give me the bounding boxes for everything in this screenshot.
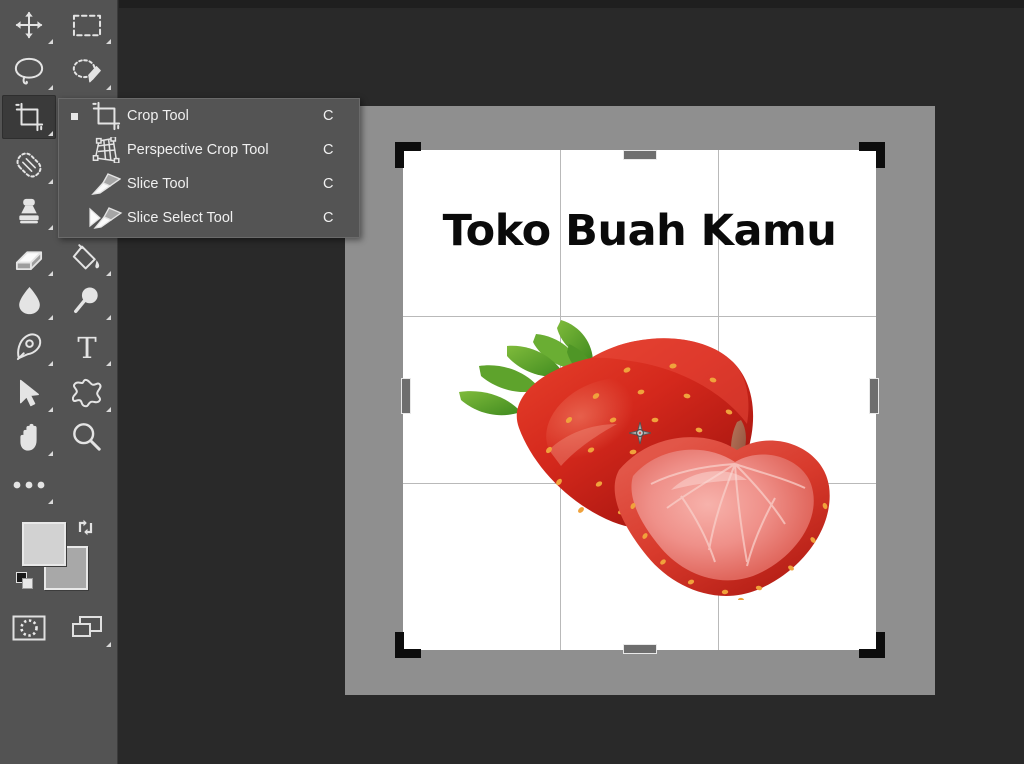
flyout-indicator bbox=[48, 179, 53, 184]
tool-button-zoom[interactable] bbox=[58, 414, 116, 460]
half-strawberry bbox=[614, 437, 830, 603]
quick-select-icon bbox=[71, 57, 103, 86]
flyout-indicator bbox=[48, 315, 53, 320]
svg-text:T: T bbox=[77, 333, 97, 361]
tool-button-healing[interactable] bbox=[0, 142, 58, 188]
tool-button-type[interactable]: T bbox=[58, 324, 116, 370]
flyout-indicator bbox=[48, 271, 53, 276]
slice-icon bbox=[91, 173, 121, 195]
perspective-crop-icon bbox=[92, 137, 120, 163]
tool-button-path-select[interactable] bbox=[0, 370, 58, 416]
crop-handle-right[interactable] bbox=[869, 378, 879, 414]
eraser-icon bbox=[14, 243, 44, 271]
flyout-indicator bbox=[106, 85, 111, 90]
type-t-icon: T bbox=[77, 333, 97, 361]
foreground-color-swatch[interactable] bbox=[22, 522, 66, 566]
flyout-indicator bbox=[48, 225, 53, 230]
flyout-item-label: Crop Tool bbox=[127, 108, 189, 124]
crop-icon bbox=[14, 102, 44, 132]
tool-button-clone-stamp[interactable] bbox=[0, 188, 58, 234]
move-icon bbox=[15, 11, 43, 39]
tool-button-quick-select[interactable] bbox=[58, 48, 116, 94]
hand-icon bbox=[17, 422, 41, 452]
pen-icon bbox=[15, 332, 44, 362]
crop-handle-bottom[interactable] bbox=[623, 644, 657, 654]
flyout-indicator bbox=[106, 315, 111, 320]
color-swatches bbox=[14, 518, 106, 598]
flyout-item-shortcut: C bbox=[323, 108, 334, 124]
flyout-indicator bbox=[48, 85, 53, 90]
tool-button-move[interactable] bbox=[0, 2, 58, 48]
crop-icon bbox=[91, 101, 121, 131]
flyout-indicator bbox=[48, 451, 53, 456]
crop-center-reference-icon bbox=[628, 421, 652, 449]
flyout-indicator bbox=[106, 39, 111, 44]
slice-icon bbox=[85, 173, 127, 195]
toolbar-bottom-buttons bbox=[0, 605, 118, 661]
paint-bucket-icon bbox=[72, 243, 100, 272]
screen-mode-icon bbox=[71, 615, 103, 641]
flyout-item-slice-tool[interactable]: Slice Tool C bbox=[59, 167, 359, 201]
flyout-indicator bbox=[106, 271, 111, 276]
flyout-item-slice-select-tool[interactable]: Slice Select Tool C bbox=[59, 201, 359, 235]
tool-button-shape[interactable] bbox=[58, 370, 116, 416]
flyout-item-shortcut: C bbox=[323, 142, 334, 158]
flyout-item-label: Slice Tool bbox=[127, 176, 189, 192]
magnifier-icon bbox=[72, 422, 102, 452]
photoshop-window: T Crop Tool C Perspective Crop Tool C Sl… bbox=[0, 0, 1024, 764]
flyout-item-shortcut: C bbox=[323, 176, 334, 192]
lasso-icon bbox=[14, 56, 44, 86]
ellipsis-icon bbox=[13, 481, 45, 489]
quick-mask-icon bbox=[12, 615, 46, 641]
swap-colors-icon[interactable] bbox=[76, 518, 98, 538]
flyout-indicator bbox=[48, 361, 53, 366]
custom-shape-icon bbox=[72, 378, 103, 408]
selected-marker bbox=[63, 112, 85, 120]
marquee-icon bbox=[72, 12, 102, 39]
flyout-indicator bbox=[48, 131, 53, 136]
default-colors-icon[interactable] bbox=[16, 572, 33, 589]
tool-button-pen[interactable] bbox=[0, 324, 58, 370]
crop-handle-top[interactable] bbox=[623, 150, 657, 160]
tool-button-lasso[interactable] bbox=[0, 48, 58, 94]
crop-icon bbox=[85, 101, 127, 131]
tool-button-more[interactable] bbox=[0, 462, 58, 508]
tool-button-gradient[interactable] bbox=[58, 234, 116, 280]
path-arrow-icon bbox=[17, 378, 41, 408]
slice-select-icon bbox=[89, 207, 123, 229]
flyout-item-shortcut: C bbox=[323, 210, 334, 226]
crop-region[interactable]: Toko Buah Kamu bbox=[403, 150, 876, 650]
tool-button-crop[interactable] bbox=[0, 94, 58, 140]
dodge-icon bbox=[72, 287, 98, 316]
tool-button-dodge[interactable] bbox=[58, 278, 116, 324]
flyout-item-crop-tool[interactable]: Crop Tool C bbox=[59, 99, 359, 133]
crop-tool-flyout[interactable]: Crop Tool C Perspective Crop Tool C Slice To… bbox=[58, 98, 360, 238]
page-title: Toko Buah Kamu bbox=[442, 206, 837, 256]
crop-handle-left[interactable] bbox=[401, 378, 411, 414]
flyout-item-perspective-crop-tool[interactable]: Perspective Crop Tool C bbox=[59, 133, 359, 167]
tool-button-eraser[interactable] bbox=[0, 234, 58, 280]
flyout-indicator bbox=[48, 39, 53, 44]
strawberry-illustration bbox=[441, 300, 841, 603]
flyout-indicator bbox=[48, 499, 53, 504]
flyout-item-label: Slice Select Tool bbox=[127, 210, 234, 226]
flyout-item-label: Perspective Crop Tool bbox=[127, 142, 269, 158]
perspective-crop-icon bbox=[85, 137, 127, 163]
tool-button-hand[interactable] bbox=[0, 414, 58, 460]
flyout-indicator bbox=[106, 407, 111, 412]
document-mat: Toko Buah Kamu bbox=[345, 106, 935, 695]
quick-mask-button[interactable] bbox=[0, 605, 58, 651]
blur-drop-icon bbox=[18, 286, 40, 315]
healing-brush-icon bbox=[14, 150, 44, 180]
flyout-indicator bbox=[106, 361, 111, 366]
tool-button-blur[interactable] bbox=[0, 278, 58, 324]
top-strip bbox=[119, 0, 1024, 8]
tool-button-marquee[interactable] bbox=[58, 2, 116, 48]
flyout-indicator bbox=[48, 407, 53, 412]
slice-select-icon bbox=[85, 207, 127, 229]
screen-mode-button[interactable] bbox=[58, 605, 116, 651]
clone-stamp-icon bbox=[19, 198, 39, 226]
